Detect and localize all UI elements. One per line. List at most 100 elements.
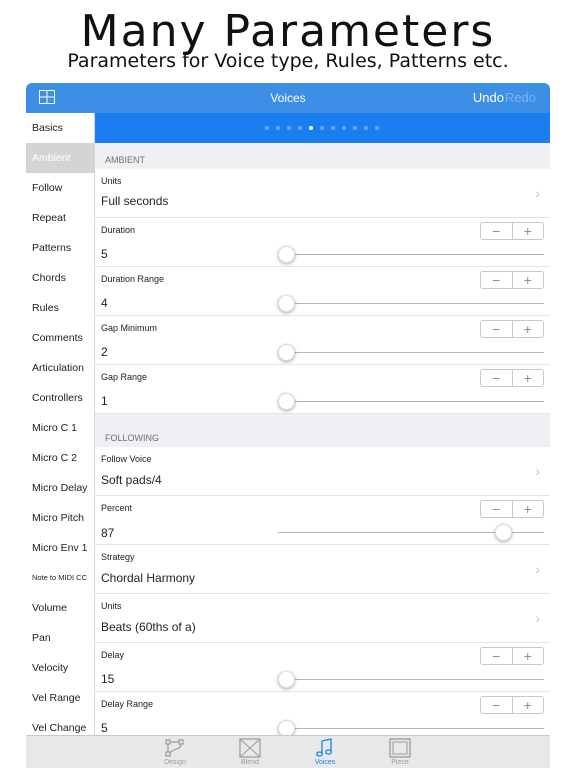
tab-design[interactable]: Design (155, 738, 195, 766)
sidebar-item-patterns[interactable]: Patterns (26, 233, 95, 263)
sidebar-item-vel-range[interactable]: Vel Range (26, 683, 95, 713)
chevron-right-icon: › (535, 610, 540, 626)
page-dot[interactable] (287, 126, 291, 130)
design-icon (155, 738, 195, 758)
increment-button[interactable]: + (513, 697, 544, 713)
chevron-right-icon: › (535, 185, 540, 201)
duration-slider[interactable] (278, 246, 544, 263)
sidebar-item-controllers[interactable]: Controllers (26, 383, 95, 413)
tab-blend[interactable]: Blend (230, 738, 270, 766)
row-label: Units (101, 601, 122, 611)
decrement-button[interactable]: − (481, 697, 513, 713)
follow-voice-row[interactable]: Follow Voice Soft pads/4 › (95, 447, 550, 496)
decrement-button[interactable]: − (481, 648, 513, 664)
row-label: Follow Voice (101, 454, 152, 464)
sidebar-item-comments[interactable]: Comments (26, 323, 95, 353)
tab-label: Design (164, 759, 186, 766)
delay-range-stepper: − + (480, 696, 544, 714)
page-dot[interactable] (298, 126, 302, 130)
row-label: Duration Range (101, 274, 165, 284)
page-dot[interactable] (375, 126, 379, 130)
page-indicator[interactable] (95, 113, 550, 143)
slider-track (278, 679, 544, 680)
sidebar-item-pan[interactable]: Pan (26, 623, 95, 653)
sidebar-item-follow[interactable]: Follow (26, 173, 95, 203)
sidebar-item-micro-env-1[interactable]: Micro Env 1 (26, 533, 95, 563)
sidebar-item-volume[interactable]: Volume (26, 593, 95, 623)
tab-voices[interactable]: Voices (305, 738, 345, 766)
gap-minimum-slider[interactable] (278, 344, 544, 361)
slider-thumb[interactable] (278, 246, 295, 263)
undo-button[interactable]: Undo (473, 90, 504, 105)
duration-range-slider[interactable] (278, 295, 544, 312)
slider-thumb[interactable] (278, 393, 295, 410)
increment-button[interactable]: + (513, 272, 544, 288)
page-dot[interactable] (276, 126, 280, 130)
page-dot[interactable] (320, 126, 324, 130)
sidebar-item-articulation[interactable]: Articulation (26, 353, 95, 383)
sidebar-item-ambient[interactable]: Ambient (26, 143, 95, 173)
percent-stepper: − + (480, 500, 544, 518)
decrement-button[interactable]: − (481, 501, 513, 517)
page-dot[interactable] (342, 126, 346, 130)
delay-slider[interactable] (278, 671, 544, 688)
units-row[interactable]: Units Full seconds › (95, 169, 550, 218)
sidebar-item-micro-c-2[interactable]: Micro C 2 (26, 443, 95, 473)
slider-thumb[interactable] (278, 295, 295, 312)
strategy-row[interactable]: Strategy Chordal Harmony › (95, 545, 550, 594)
slider-track (278, 728, 544, 729)
sidebar-item-basics[interactable]: Basics (26, 113, 95, 143)
increment-button[interactable]: + (513, 370, 544, 386)
row-value: 2 (101, 345, 108, 359)
piece-icon (380, 738, 420, 758)
page-dot[interactable] (364, 126, 368, 130)
slider-thumb[interactable] (494, 524, 512, 541)
gap-range-stepper: − + (480, 369, 544, 387)
row-label: Delay (101, 650, 125, 660)
row-value: 4 (101, 296, 108, 310)
decrement-button[interactable]: − (481, 223, 513, 239)
sidebar-item-repeat[interactable]: Repeat (26, 203, 95, 233)
decrement-button[interactable]: − (481, 272, 513, 288)
row-label: Strategy (101, 552, 135, 562)
sidebar-item-note-to-midi-cc[interactable]: Note to MIDI CC (26, 563, 95, 593)
sidebar: Basics Ambient Follow Repeat Patterns Ch… (26, 113, 95, 735)
sidebar-item-micro-c-1[interactable]: Micro C 1 (26, 413, 95, 443)
delay-range-slider[interactable] (278, 720, 544, 735)
sidebar-item-rules[interactable]: Rules (26, 293, 95, 323)
sidebar-item-velocity[interactable]: Velocity (26, 653, 95, 683)
page-dot-current[interactable] (309, 126, 313, 130)
slider-thumb[interactable] (278, 720, 295, 735)
gap-range-slider[interactable] (278, 393, 544, 410)
page-dot[interactable] (331, 126, 335, 130)
increment-button[interactable]: + (513, 223, 544, 239)
row-value: 5 (101, 247, 108, 261)
sidebar-item-chords[interactable]: Chords (26, 263, 95, 293)
slider-thumb[interactable] (278, 671, 295, 688)
sidebar-item-micro-pitch[interactable]: Micro Pitch (26, 503, 95, 533)
slider-thumb[interactable] (278, 344, 295, 361)
row-label: Duration (101, 225, 136, 235)
following-units-row[interactable]: Units Beats (60ths of a) › (95, 594, 550, 643)
percent-slider[interactable] (278, 524, 544, 541)
increment-button[interactable]: + (513, 501, 544, 517)
section-header-following: FOLLOWING (105, 433, 160, 443)
sidebar-item-micro-delay[interactable]: Micro Delay (26, 473, 95, 503)
increment-button[interactable]: + (513, 648, 544, 664)
row-value: Beats (60ths of a) (101, 620, 196, 634)
row-label: Units (101, 176, 122, 186)
redo-button[interactable]: Redo (505, 90, 536, 105)
chevron-right-icon: › (535, 463, 540, 479)
row-value: 87 (101, 526, 115, 540)
duration-range-stepper: − + (480, 271, 544, 289)
row-value: 1 (101, 394, 108, 408)
row-label: Gap Range (101, 372, 148, 382)
decrement-button[interactable]: − (481, 321, 513, 337)
page-dot[interactable] (265, 126, 269, 130)
delay-stepper: − + (480, 647, 544, 665)
tab-piece[interactable]: Piece (380, 738, 420, 766)
delay-range-row: Delay Range 5 − + (95, 692, 550, 735)
increment-button[interactable]: + (513, 321, 544, 337)
page-dot[interactable] (353, 126, 357, 130)
decrement-button[interactable]: − (481, 370, 513, 386)
